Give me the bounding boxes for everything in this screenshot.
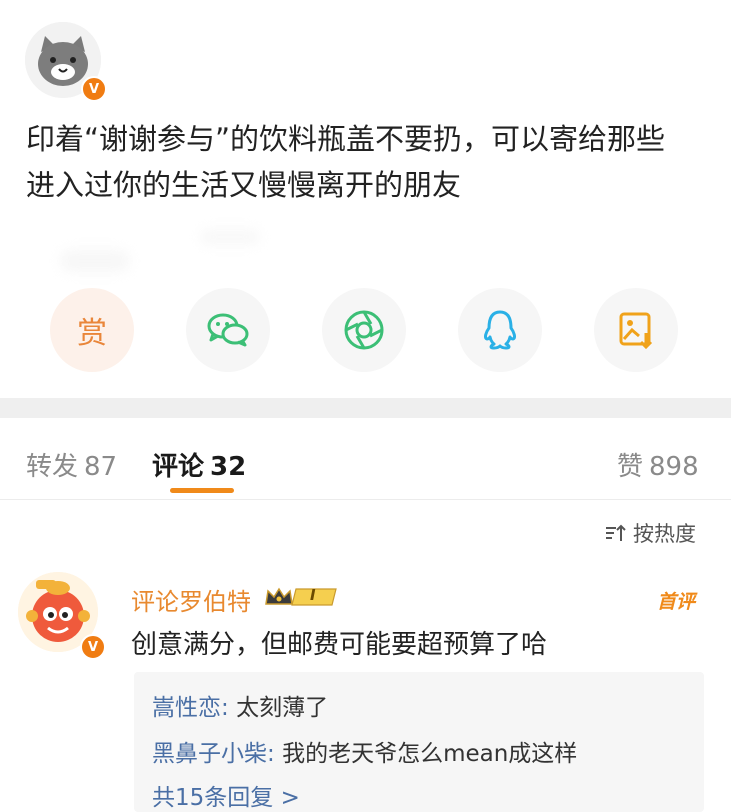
tabs-divider <box>0 499 731 500</box>
blur-artifact <box>200 230 260 244</box>
comment-text: 创意满分，但邮费可能要超预算了哈 <box>131 630 548 660</box>
share-wechat-button[interactable] <box>186 288 270 372</box>
reply-text: 太刻薄了 <box>236 695 329 721</box>
blur-artifact <box>60 250 130 272</box>
repost-count: 87 <box>84 452 118 482</box>
first-comment-tag: 首评 <box>657 591 696 613</box>
reply-author[interactable]: 黑鼻子小柴 <box>152 741 267 767</box>
view-more-replies-link[interactable]: 共15条回复 > <box>152 778 300 812</box>
commenter-verified-badge: V <box>80 634 106 660</box>
sort-icon <box>606 524 626 541</box>
post-author-avatar[interactable]: V <box>25 22 109 106</box>
member-level-badge: I <box>264 586 340 612</box>
wechat-icon <box>207 313 249 347</box>
commenter-username[interactable]: 评论罗伯特 <box>131 582 251 617</box>
share-moments-button[interactable] <box>322 288 406 372</box>
save-image-icon <box>619 312 653 350</box>
reward-button[interactable]: 赏 <box>50 288 134 372</box>
like-count: 898 <box>649 452 699 482</box>
active-tab-indicator <box>170 488 234 493</box>
sort-label: 按热度 <box>633 522 696 546</box>
qq-icon <box>484 310 516 350</box>
tab-likes[interactable]: 赞 898 <box>617 446 699 483</box>
post-content: 印着“谢谢参与”的饮料瓶盖不要扔，可以寄给那些 进入过你的生活又慢慢离开的朋友 <box>26 116 716 208</box>
reply-author[interactable]: 嵩性恋 <box>152 695 221 721</box>
replies-preview[interactable]: 嵩性恋: 太刻薄了 黑鼻子小柴: 我的老天爷怎么mean成这样 共15条回复 > <box>134 672 704 812</box>
section-divider <box>0 398 731 418</box>
reply-text: 我的老天爷怎么mean成这样 <box>282 741 578 767</box>
reward-icon: 赏 <box>77 316 107 351</box>
comment-count: 32 <box>210 452 247 482</box>
reply-item[interactable]: 黑鼻子小柴: 我的老天爷怎么mean成这样 <box>152 734 577 768</box>
save-image-button[interactable] <box>594 288 678 372</box>
post-text-line-1: 印着“谢谢参与”的饮料瓶盖不要扔，可以寄给那些 <box>26 122 666 156</box>
sort-by-hot-button[interactable]: 按热度 <box>605 518 696 548</box>
commenter-avatar[interactable]: V <box>18 572 106 660</box>
tab-comments[interactable]: 评论 32 <box>152 446 246 483</box>
crown-icon <box>265 587 337 606</box>
post-text-line-2: 进入过你的生活又慢慢离开的朋友 <box>26 168 462 202</box>
level-label: I <box>310 586 316 604</box>
moments-icon <box>344 310 384 350</box>
share-qq-button[interactable] <box>458 288 542 372</box>
verified-badge: V <box>81 76 107 102</box>
reply-item[interactable]: 嵩性恋: 太刻薄了 <box>152 688 328 722</box>
tab-reposts[interactable]: 转发 87 <box>26 446 117 483</box>
